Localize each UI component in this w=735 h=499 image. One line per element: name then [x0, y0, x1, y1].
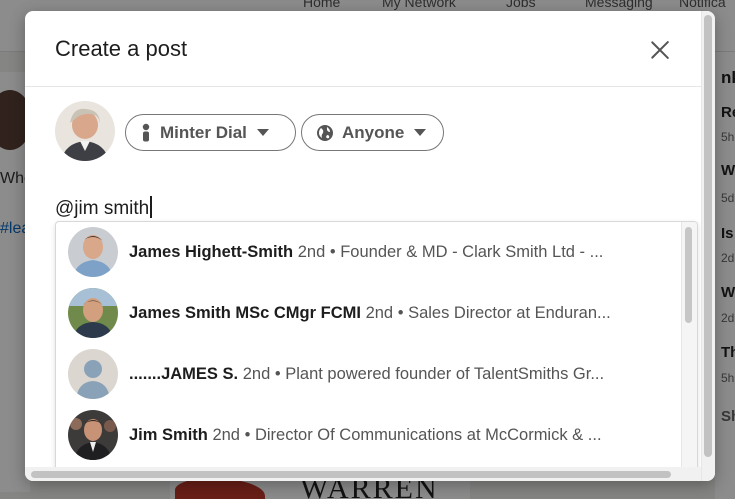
modal-title: Create a post	[55, 36, 188, 61]
globe-icon	[317, 124, 333, 141]
mention-name: Jim Smith	[129, 426, 208, 444]
dropdown-scrollbar-thumb[interactable]	[685, 227, 692, 323]
separator-dot: •	[274, 365, 281, 383]
caret-down-icon	[414, 129, 427, 136]
create-post-modal: Create a post Minter Dial Anyone @jim sm…	[25, 11, 715, 481]
mention-suggestions-dropdown: James Highett-Smith 2nd • Founder & MD -…	[55, 221, 698, 481]
mention-name: James Highett-Smith	[129, 243, 294, 261]
mention-headline: Plant powered founder of TalentSmiths Gr…	[285, 365, 605, 383]
mention-text: .......JAMES S. 2nd • Plant powered foun…	[129, 365, 659, 384]
mention-text: James Highett-Smith 2nd • Founder & MD -…	[129, 243, 659, 262]
separator-dot: •	[397, 304, 404, 322]
connection-degree: 2nd	[365, 304, 394, 322]
author-avatar	[55, 101, 115, 161]
author-selector-button[interactable]: Minter Dial	[125, 114, 296, 151]
composer-value: @jim smith	[55, 198, 150, 219]
mention-headline: Founder & MD - Clark Smith Ltd - ...	[340, 243, 604, 261]
audience-selector-button[interactable]: Anyone	[301, 114, 444, 151]
separator-dot: •	[329, 243, 336, 261]
mention-suggestion-item[interactable]: .......JAMES S. 2nd • Plant powered foun…	[56, 344, 681, 405]
modal-vertical-scrollbar-thumb[interactable]	[704, 15, 712, 457]
close-icon[interactable]	[645, 35, 675, 65]
avatar	[68, 288, 118, 338]
connection-degree: 2nd	[242, 365, 271, 383]
mention-suggestion-item[interactable]: Jim Smith 2nd • Director Of Communicatio…	[56, 405, 681, 466]
mention-text: James Smith MSc CMgr FCMI 2nd • Sales Di…	[129, 304, 659, 323]
person-icon	[142, 123, 150, 141]
connection-degree: 2nd	[212, 426, 240, 444]
mention-suggestion-item[interactable]: James Highett-Smith 2nd • Founder & MD -…	[56, 222, 681, 283]
mention-name: James Smith MSc CMgr FCMI	[129, 304, 361, 322]
author-name: Minter Dial	[160, 122, 247, 142]
modal-header: Create a post	[25, 11, 715, 87]
caret-down-icon	[256, 129, 269, 136]
connection-degree: 2nd	[297, 243, 326, 261]
mention-text: Jim Smith 2nd • Director Of Communicatio…	[129, 426, 659, 445]
mention-headline: Sales Director at Enduran...	[408, 304, 611, 322]
modal-horizontal-scrollbar-thumb[interactable]	[31, 471, 671, 478]
audience-label: Anyone	[342, 122, 405, 142]
avatar	[68, 410, 118, 460]
mention-name: .......JAMES S.	[129, 365, 239, 383]
avatar	[68, 227, 118, 277]
mention-suggestion-item[interactable]: James Smith MSc CMgr FCMI 2nd • Sales Di…	[56, 283, 681, 344]
mention-headline: Director Of Communications at McCormick …	[254, 426, 602, 444]
post-composer-input[interactable]: @jim smith	[55, 196, 152, 220]
separator-dot: •	[244, 426, 251, 444]
default-person-icon	[68, 349, 118, 399]
text-cursor	[150, 196, 152, 218]
